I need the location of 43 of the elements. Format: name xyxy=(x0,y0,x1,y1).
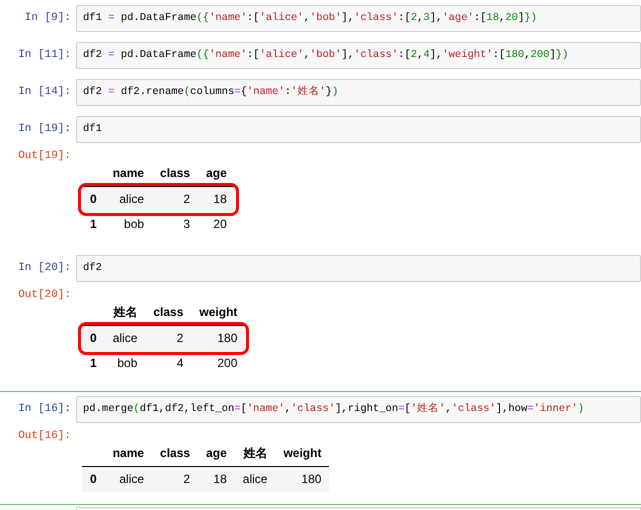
table-cell: 18 xyxy=(198,466,235,492)
input-prompt: In [16]: xyxy=(17,402,72,416)
column-header: name xyxy=(104,441,152,466)
table-cell: 3 xyxy=(152,212,198,237)
output-prompt: Out[20]: xyxy=(17,288,72,302)
table-cell: bob xyxy=(104,351,146,376)
table-cell: alice xyxy=(234,466,276,492)
column-header: class xyxy=(152,441,198,466)
column-header: weight xyxy=(191,300,246,326)
row-index: 0 xyxy=(82,186,105,212)
input-prompt: In [9]: xyxy=(24,11,72,25)
table-cell: 200 xyxy=(191,351,246,376)
output-prompt: Out[16]: xyxy=(17,429,72,443)
table-cell: 18 xyxy=(198,186,235,212)
column-header: class xyxy=(145,300,192,326)
input-prompt: In [19]: xyxy=(17,122,72,136)
column-header: 姓名 xyxy=(234,441,276,466)
table-cell: 2 xyxy=(145,326,192,351)
selected-cell[interactable]: In [16]: pd.merge(df1,df2,left_on=['name','class'],right_on=['姓名','class'],how='inner') Out[16]: name class age 姓名 weight 0 alice 2 18 alice 180 xyxy=(0,391,641,505)
row-index: 0 xyxy=(82,326,105,351)
table-cell: 2 xyxy=(152,186,198,212)
column-header: 姓名 xyxy=(104,300,146,326)
column-header: class xyxy=(152,161,198,186)
input-prompt: In [20]: xyxy=(17,261,72,275)
table-cell: alice xyxy=(104,466,152,492)
output-prompt: Out[19]: xyxy=(17,149,72,163)
table-cell: 2 xyxy=(152,466,198,492)
row-index: 1 xyxy=(82,351,105,376)
table-cell: bob xyxy=(104,212,152,237)
input-prompt: In [11]: xyxy=(17,48,72,62)
column-header: weight xyxy=(275,441,330,466)
row-index: 1 xyxy=(82,212,105,237)
table-cell: 20 xyxy=(198,212,235,237)
table-cell: 4 xyxy=(145,351,192,376)
column-header: age xyxy=(198,161,235,186)
column-header: name xyxy=(104,161,152,186)
table-cell: 180 xyxy=(191,326,246,351)
input-prompt: In [14]: xyxy=(17,85,72,99)
table-cell: alice xyxy=(104,326,146,351)
table-cell: alice xyxy=(104,186,152,212)
table-cell: 180 xyxy=(275,466,330,492)
row-index: 0 xyxy=(82,466,105,492)
column-header: age xyxy=(198,441,235,466)
